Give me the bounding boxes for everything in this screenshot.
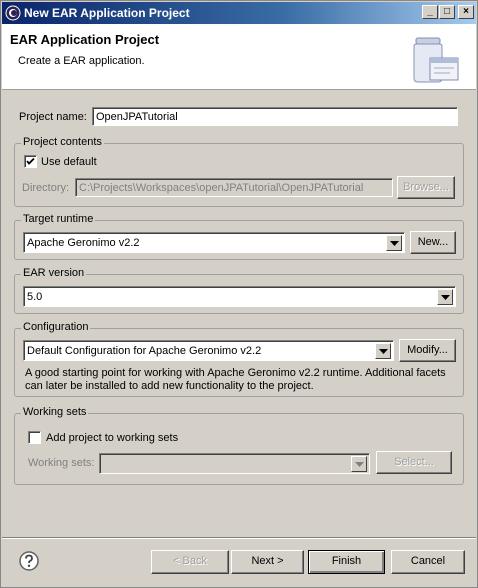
next-button[interactable]: Next > xyxy=(231,550,304,574)
close-icon: × xyxy=(463,6,469,17)
maximize-icon: □ xyxy=(443,6,451,17)
configuration-select[interactable]: Default Configuration for Apache Geronim… xyxy=(23,340,394,361)
ear-version-title: EAR version xyxy=(21,267,87,279)
eclipse-app-icon xyxy=(5,5,21,21)
back-button[interactable]: < Back xyxy=(151,550,229,574)
chevron-down-icon[interactable] xyxy=(351,456,367,472)
maximize-button[interactable]: □ xyxy=(439,5,455,19)
close-button[interactable]: × xyxy=(458,5,474,19)
ear-version-select[interactable]: 5.0 xyxy=(23,286,456,307)
checkmark-icon xyxy=(26,157,35,165)
new-ear-project-dialog: New EAR Application Project _ □ × EAR Ap… xyxy=(0,0,478,588)
working-sets-label: Working sets: xyxy=(28,457,95,469)
configuration-title: Configuration xyxy=(21,321,91,333)
working-sets-title: Working sets xyxy=(21,406,89,418)
use-default-checkbox[interactable] xyxy=(24,155,37,168)
page-description: Create a EAR application. xyxy=(18,55,145,67)
ear-jar-icon xyxy=(413,37,459,83)
footer-separator xyxy=(2,537,476,539)
working-sets-group: Working sets xyxy=(14,406,464,485)
target-runtime-value: Apache Geronimo v2.2 xyxy=(27,237,140,249)
chevron-down-icon[interactable] xyxy=(437,289,453,305)
add-to-working-sets-label: Add project to working sets xyxy=(46,432,179,444)
configuration-description: A good starting point for working with A… xyxy=(25,367,446,392)
directory-value: C:\Projects\Workspaces\openJPATutorial\O… xyxy=(79,182,364,194)
add-to-working-sets-checkbox[interactable] xyxy=(28,431,41,444)
new-runtime-button[interactable]: New... xyxy=(410,231,456,254)
cancel-button[interactable]: Cancel xyxy=(391,550,465,574)
help-icon[interactable] xyxy=(19,551,39,571)
project-name-input[interactable]: OpenJPATutorial xyxy=(92,107,458,126)
configuration-value: Default Configuration for Apache Geronim… xyxy=(27,345,262,357)
chevron-down-icon[interactable] xyxy=(375,343,391,359)
select-working-sets-button[interactable]: Select... xyxy=(376,451,452,474)
minimize-button[interactable]: _ xyxy=(422,5,438,19)
project-contents-title: Project contents xyxy=(21,136,104,148)
project-name-value: OpenJPATutorial xyxy=(96,111,178,123)
modify-button[interactable]: Modify... xyxy=(399,339,456,362)
use-default-label: Use default xyxy=(41,156,97,168)
target-runtime-select[interactable]: Apache Geronimo v2.2 xyxy=(23,232,405,253)
browse-button[interactable]: Browse... xyxy=(397,176,455,199)
window-title: New EAR Application Project xyxy=(24,6,190,20)
target-runtime-title: Target runtime xyxy=(21,213,96,225)
project-name-label: Project name: xyxy=(19,111,87,123)
ear-version-value: 5.0 xyxy=(27,291,43,303)
finish-button[interactable]: Finish xyxy=(308,550,385,574)
title-bar[interactable]: New EAR Application Project _ □ × xyxy=(2,2,476,24)
directory-input[interactable]: C:\Projects\Workspaces\openJPATutorial\O… xyxy=(75,178,393,197)
minimize-icon: _ xyxy=(427,6,433,17)
chevron-down-icon[interactable] xyxy=(386,235,402,251)
working-sets-select[interactable] xyxy=(99,453,370,474)
wizard-banner: EAR Application Project Create a EAR app… xyxy=(2,24,476,90)
directory-label: Directory: xyxy=(22,182,70,194)
page-title: EAR Application Project xyxy=(10,32,160,47)
